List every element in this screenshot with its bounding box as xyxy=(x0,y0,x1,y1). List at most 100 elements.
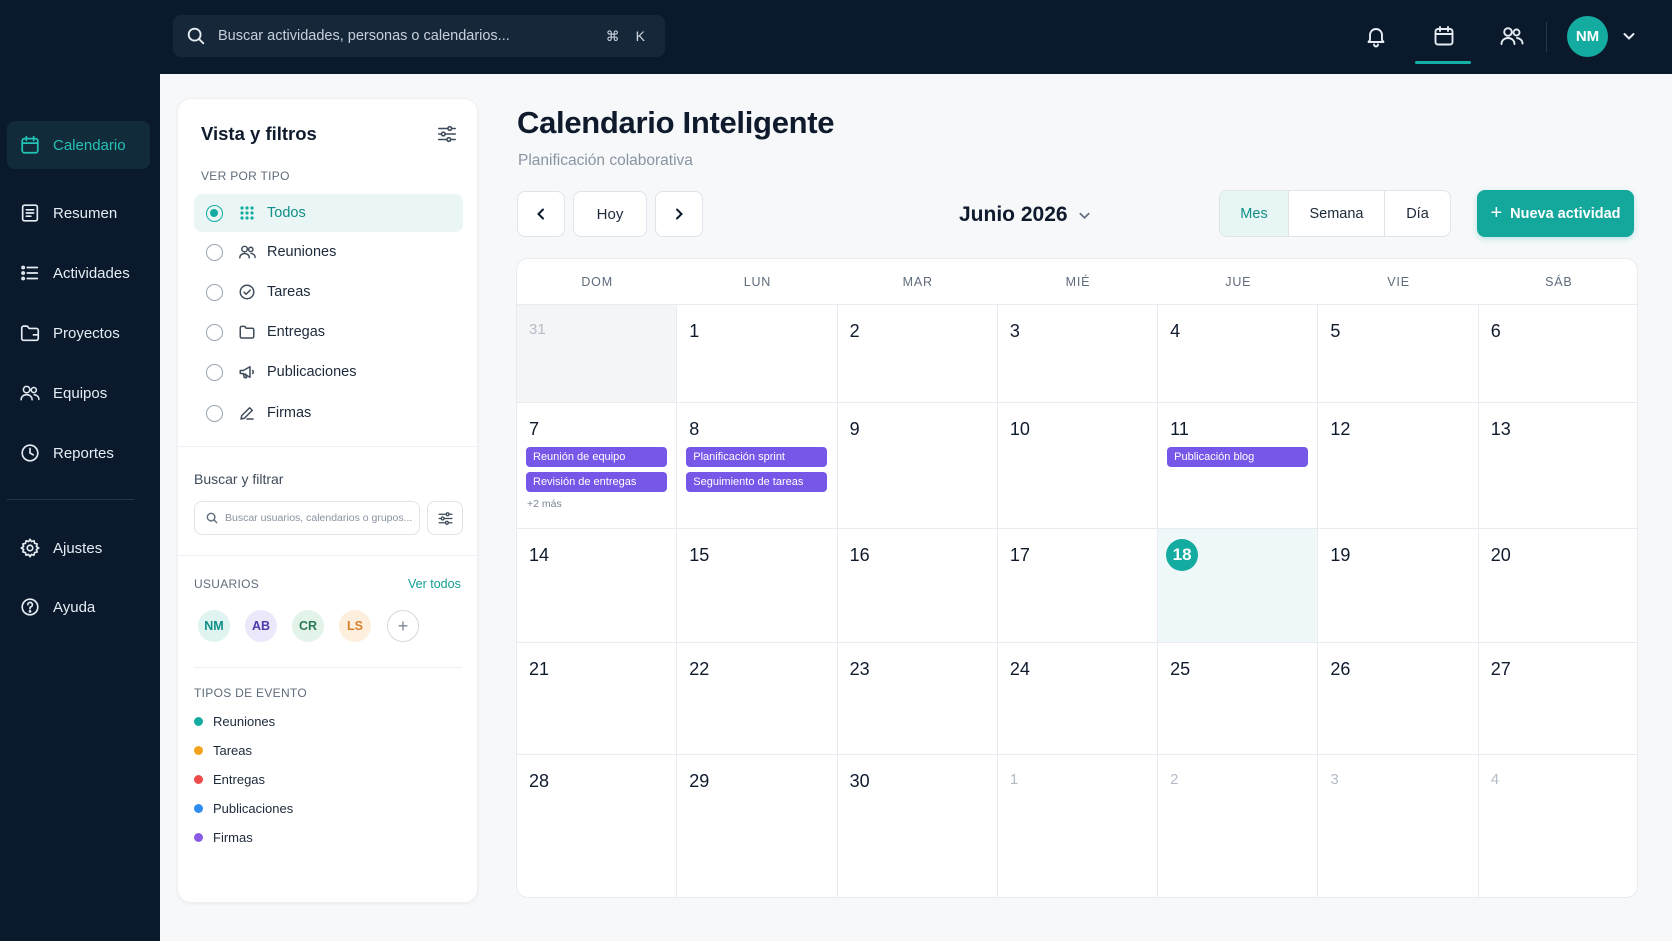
day-cell[interactable]: 10 xyxy=(997,403,1159,529)
day-cell[interactable]: 20 xyxy=(1478,529,1637,643)
day-cell[interactable]: 15 xyxy=(677,529,838,643)
day-cell[interactable]: 17 xyxy=(997,529,1159,643)
month-selector[interactable]: Junio 2026 xyxy=(959,203,1092,227)
user-avatar-ab[interactable]: AB xyxy=(245,610,277,642)
day-cell[interactable]: 12 xyxy=(1318,403,1479,529)
day-cell[interactable]: 7 Reunión de equipo Revisión de entregas +2… xyxy=(517,403,678,529)
day-cell[interactable]: 4 xyxy=(1479,755,1637,897)
add-user-button[interactable]: + xyxy=(387,610,419,642)
top-bar: Buscar actividades, personas o calendari… xyxy=(0,0,1672,74)
event-types-label: TIPOS DE EVENTO xyxy=(194,686,307,700)
day-cell[interactable]: 26 xyxy=(1318,643,1479,755)
more-events-link[interactable]: +2 más xyxy=(527,498,562,510)
nav-item-calendario[interactable]: Calendario xyxy=(7,121,150,169)
day-cell[interactable]: 8 Planificación sprint Seguimiento de tare… xyxy=(677,403,838,529)
nav-item-equipos[interactable]: Equipos xyxy=(7,369,150,417)
day-cell[interactable]: 22 xyxy=(677,643,838,755)
day-cell[interactable]: 5 xyxy=(1318,305,1479,403)
user-search-placeholder: Buscar usuarios, calendarios o grupos... xyxy=(225,512,413,524)
view-month-button[interactable]: Mes xyxy=(1220,191,1289,236)
chevron-down-icon[interactable] xyxy=(1621,28,1637,44)
nav-item-actividades[interactable]: Actividades xyxy=(7,249,150,297)
day-cell[interactable]: 23 xyxy=(837,643,998,755)
day-cell[interactable]: 3 xyxy=(1318,755,1479,897)
day-number: 24 xyxy=(1009,659,1030,679)
day-cell[interactable]: 31 xyxy=(517,305,678,403)
radio-selected[interactable] xyxy=(206,204,223,222)
day-cell[interactable]: 1 xyxy=(998,755,1159,897)
day-number: 3 xyxy=(1330,771,1339,788)
day-cell[interactable]: 14 xyxy=(517,529,678,643)
next-month-button[interactable] xyxy=(655,191,703,237)
filter-button[interactable] xyxy=(427,501,463,535)
today-button[interactable]: Hoy xyxy=(573,191,647,237)
day-number: 20 xyxy=(1490,545,1511,565)
day-cell[interactable]: 19 xyxy=(1318,529,1479,643)
view-week-button[interactable]: Semana xyxy=(1289,191,1385,236)
user-avatar[interactable]: NM xyxy=(1567,16,1608,57)
day-cell[interactable]: 29 xyxy=(677,755,838,897)
calendar-icon[interactable] xyxy=(1430,22,1458,50)
day-cell[interactable]: 9 xyxy=(837,403,998,529)
user-avatar-nm[interactable]: NM xyxy=(198,610,230,642)
nav-item-resumen[interactable]: Resumen xyxy=(7,189,150,237)
nav-item-ajustes[interactable]: Ajustes xyxy=(7,524,150,572)
panel-divider xyxy=(178,555,477,556)
prev-month-button[interactable] xyxy=(517,191,565,237)
user-search-input[interactable]: Buscar usuarios, calendarios o grupos... xyxy=(194,501,420,535)
day-cell[interactable]: 21 xyxy=(517,643,678,755)
event-chip[interactable]: Publicación blog xyxy=(1167,447,1309,467)
type-option-tareas[interactable]: Tareas xyxy=(194,273,463,311)
radio[interactable] xyxy=(206,363,223,381)
radio[interactable] xyxy=(206,404,223,422)
day-number: 3 xyxy=(1009,321,1020,341)
nav-item-reportes[interactable]: Reportes xyxy=(7,429,150,477)
day-cell[interactable]: 1 xyxy=(677,305,838,403)
view-day-button[interactable]: Día xyxy=(1385,191,1450,236)
day-cell[interactable]: 30 xyxy=(838,755,998,897)
user-avatar-cr[interactable]: CR xyxy=(292,610,324,642)
month-label: Junio 2026 xyxy=(959,203,1068,226)
day-cell[interactable]: 13 xyxy=(1478,403,1637,529)
see-all-users-link[interactable]: Ver todos xyxy=(408,577,461,591)
type-option-todos[interactable]: Todos xyxy=(194,194,463,232)
day-cell[interactable]: 28 xyxy=(517,755,678,897)
users-icon[interactable] xyxy=(1498,22,1526,50)
day-cell[interactable]: 4 xyxy=(1158,305,1319,403)
type-option-firmas[interactable]: Firmas xyxy=(194,394,463,432)
type-option-entregas[interactable]: Entregas xyxy=(194,313,463,351)
nav-item-ayuda[interactable]: Ayuda xyxy=(7,583,150,631)
day-cell[interactable]: 25 xyxy=(1158,643,1319,755)
event-chip[interactable]: Planificación sprint xyxy=(686,447,828,467)
day-cell[interactable]: 2 xyxy=(837,305,998,403)
event-chip[interactable]: Seguimiento de tareas xyxy=(686,472,828,492)
user-avatar-ls[interactable]: LS xyxy=(339,610,371,642)
nav-label: Calendario xyxy=(53,136,126,154)
radio[interactable] xyxy=(206,243,223,261)
page-subtitle: Planificación colaborativa xyxy=(518,152,693,169)
day-cell[interactable]: 3 xyxy=(997,305,1159,403)
radio[interactable] xyxy=(206,283,223,301)
day-cell[interactable]: 27 xyxy=(1478,643,1637,755)
day-cell[interactable]: 24 xyxy=(997,643,1159,755)
nav-item-proyectos[interactable]: Proyectos xyxy=(7,309,150,357)
new-activity-button[interactable]: + Nueva actividad xyxy=(1477,190,1634,237)
event-chip[interactable]: Revisión de entregas xyxy=(526,472,667,492)
day-cell[interactable]: 2 xyxy=(1158,755,1319,897)
day-cell[interactable]: 16 xyxy=(837,529,998,643)
today-marker: 18 xyxy=(1166,539,1199,571)
radio[interactable] xyxy=(206,323,223,341)
global-search[interactable]: Buscar actividades, personas o calendari… xyxy=(173,15,665,57)
sliders-icon[interactable] xyxy=(436,123,458,145)
day-number: 27 xyxy=(1490,659,1511,679)
day-cell[interactable]: 6 xyxy=(1478,305,1637,403)
bell-icon[interactable] xyxy=(1362,22,1390,50)
event-chip[interactable]: Reunión de equipo xyxy=(526,447,667,467)
day-number: 2 xyxy=(849,321,860,341)
type-option-reuniones[interactable]: Reuniones xyxy=(194,233,463,271)
type-option-publicaciones[interactable]: Publicaciones xyxy=(194,353,463,391)
day-cell[interactable]: 11 Publicación blog xyxy=(1158,403,1319,529)
day-cell[interactable]: 18 xyxy=(1158,529,1319,643)
nav-label: Equipos xyxy=(53,384,108,402)
chevron-left-icon xyxy=(537,208,544,220)
